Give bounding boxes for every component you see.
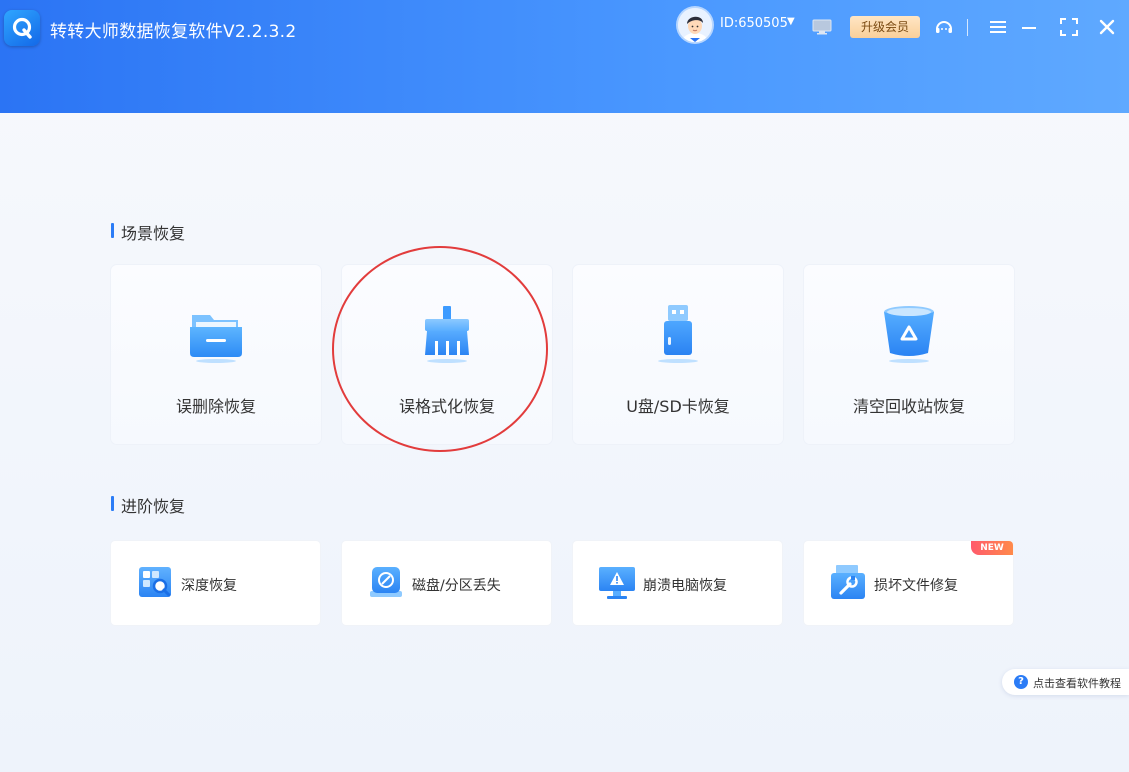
scene-card-deleted-recovery[interactable]: 误删除恢复 <box>111 265 321 444</box>
user-avatar[interactable] <box>678 8 712 42</box>
disk-icon <box>366 565 406 601</box>
recycle-bin-icon <box>804 303 1014 367</box>
scene-card-label: 清空回收站恢复 <box>852 397 965 416</box>
section-title-scene-text: 场景恢复 <box>121 224 186 243</box>
minimize-icon[interactable] <box>1021 18 1037 40</box>
section-title-scene: 场景恢复 <box>111 220 185 244</box>
menu-icon[interactable] <box>989 18 1007 40</box>
monitor-icon[interactable] <box>812 19 832 39</box>
file-repair-icon <box>828 565 868 601</box>
section-accent-bar <box>111 496 114 511</box>
adv-card-crashed-computer-recovery[interactable]: 崩溃电脑恢复 <box>573 541 782 625</box>
app-logo-icon <box>4 10 40 46</box>
tutorial-label: 点击查看软件教程 <box>1033 677 1121 690</box>
adv-card-deep-recovery[interactable]: 深度恢复 <box>111 541 320 625</box>
scene-card-label: 误格式化恢复 <box>398 397 495 416</box>
scene-card-label: 误删除恢复 <box>175 397 256 416</box>
app-title: 转转大师数据恢复软件V2.2.3.2 <box>50 22 297 42</box>
adv-card-label: 崩溃电脑恢复 <box>643 578 727 594</box>
section-title-advanced: 进阶恢复 <box>111 493 185 517</box>
adv-card-label: 损坏文件修复 <box>874 578 958 594</box>
deep-scan-icon <box>135 565 175 601</box>
broom-icon <box>342 303 552 367</box>
help-icon: ? <box>1014 675 1028 689</box>
adv-card-disk-partition-lost[interactable]: 磁盘/分区丢失 <box>342 541 551 625</box>
maximize-icon[interactable] <box>1060 18 1078 40</box>
customer-service-icon[interactable] <box>934 18 954 42</box>
section-title-advanced-text: 进阶恢复 <box>121 497 186 516</box>
new-badge: NEW <box>971 541 1013 555</box>
header-divider <box>967 19 968 36</box>
user-id-label[interactable]: ID:650505 <box>720 16 788 31</box>
scene-card-recycle-bin-recovery[interactable]: 清空回收站恢复 <box>804 265 1014 444</box>
title-bar: 转转大师数据恢复软件V2.2.3.2 ID:650505 ▼ 升级会员 <box>0 0 1129 113</box>
tutorial-button[interactable]: ? 点击查看软件教程 <box>1002 669 1129 695</box>
adv-card-label: 磁盘/分区丢失 <box>412 578 501 594</box>
user-menu-caret-icon[interactable]: ▼ <box>787 16 795 27</box>
crashed-computer-icon <box>597 565 637 601</box>
section-accent-bar <box>111 223 114 238</box>
usb-drive-icon <box>573 303 783 367</box>
scene-card-format-recovery[interactable]: 误格式化恢复 <box>342 265 552 444</box>
close-icon[interactable] <box>1098 18 1116 40</box>
adv-card-label: 深度恢复 <box>181 578 237 594</box>
adv-card-file-repair[interactable]: NEW 损坏文件修复 <box>804 541 1013 625</box>
folder-icon <box>111 303 321 367</box>
scene-card-label: U盘/SD卡恢复 <box>626 397 730 416</box>
scene-card-usb-sd-recovery[interactable]: U盘/SD卡恢复 <box>573 265 783 444</box>
upgrade-vip-button[interactable]: 升级会员 <box>850 16 920 38</box>
